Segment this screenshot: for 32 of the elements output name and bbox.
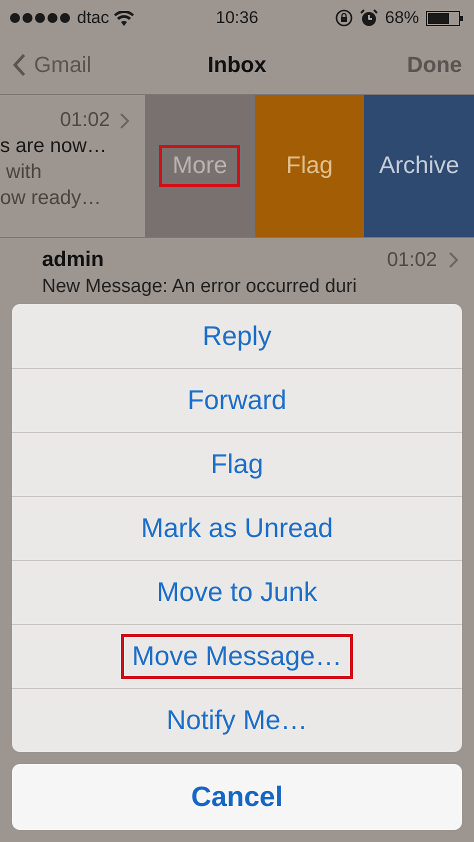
rotation-lock-icon — [334, 9, 353, 27]
action-sheet-option[interactable]: Move Message… — [12, 624, 462, 688]
archive-action-button[interactable]: Archive — [364, 95, 474, 237]
message-preview-line: ow ready… — [0, 187, 102, 210]
cancel-button[interactable]: Cancel — [12, 764, 462, 830]
back-button[interactable]: Gmail — [12, 52, 208, 78]
alarm-icon — [360, 9, 378, 27]
sender-name: admin — [42, 248, 105, 272]
battery-icon — [426, 10, 464, 26]
chevron-left-icon — [12, 53, 26, 77]
message-time: 01:02 — [60, 109, 110, 132]
message-preview-line: s are now… — [0, 135, 108, 158]
signal-icon — [10, 13, 72, 23]
chevron-right-icon — [120, 112, 129, 128]
message-preview: New Message: An error occurred duri — [42, 276, 358, 298]
action-sheet-option[interactable]: Flag — [12, 432, 462, 496]
action-sheet-option[interactable]: Forward — [12, 368, 462, 432]
more-action-button[interactable]: More — [145, 95, 255, 237]
action-sheet-option[interactable]: Reply — [12, 304, 462, 368]
screen-title: Inbox — [208, 52, 266, 78]
done-button[interactable]: Done — [266, 52, 462, 78]
wifi-icon — [114, 10, 134, 26]
flag-action-button[interactable]: Flag — [254, 95, 364, 237]
message-preview-line: with — [5, 161, 43, 184]
clock-time: 10:36 — [216, 8, 258, 28]
action-sheet-option[interactable]: Move to Junk — [12, 560, 462, 624]
chevron-right-icon — [449, 252, 458, 268]
battery-percent: 68% — [384, 8, 420, 28]
action-sheet-option[interactable]: Notify Me… — [12, 688, 462, 752]
message-time: 01:02 — [386, 248, 437, 272]
action-sheet-option[interactable]: Mark as Unread — [12, 496, 462, 560]
carrier-name: dtac — [77, 8, 110, 28]
